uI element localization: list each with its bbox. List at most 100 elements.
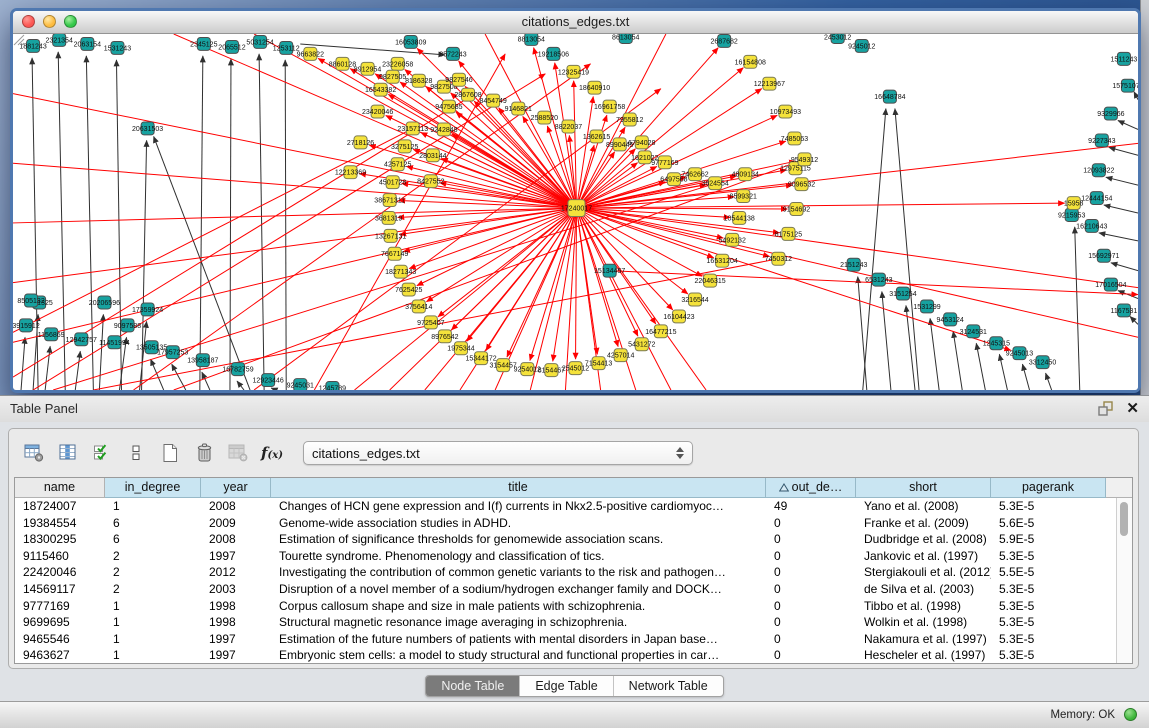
- window-titlebar[interactable]: citations_edges.txt: [13, 11, 1138, 34]
- table-cell-out_de[interactable]: 0: [766, 647, 856, 663]
- table-cell-title[interactable]: Genome-wide association studies in ADHD.: [271, 515, 766, 532]
- table-cell-title[interactable]: Disruption of a novel member of a sodium…: [271, 581, 766, 598]
- vertical-scrollbar[interactable]: [1116, 498, 1132, 663]
- column-header-in_degree[interactable]: in_degree: [105, 478, 201, 498]
- table-row[interactable]: 969969511998Structural magnetic resonanc…: [15, 614, 1117, 631]
- table-settings-icon[interactable]: [21, 440, 47, 466]
- window-resize-grip[interactable]: [13, 34, 1136, 388]
- table-cell-pagerank[interactable]: 5.3E-5: [991, 631, 1106, 648]
- table-row[interactable]: 2242004622012Investigating the contribut…: [15, 564, 1117, 581]
- table-cell-out_de[interactable]: 49: [766, 498, 856, 515]
- column-header-title[interactable]: title: [271, 478, 766, 498]
- table-row[interactable]: 1872400712008Changes of HCN gene express…: [15, 498, 1117, 515]
- column-header-short[interactable]: short: [856, 478, 991, 498]
- row-height-icon[interactable]: [123, 440, 149, 466]
- table-cell-title[interactable]: Estimation of significance thresholds fo…: [271, 531, 766, 548]
- table-cell-year[interactable]: 2009: [201, 515, 271, 532]
- table-cell-name[interactable]: 9777169: [15, 598, 105, 615]
- table-cell-out_de[interactable]: 0: [766, 515, 856, 532]
- table-cell-short[interactable]: Wolkin et al. (1998): [856, 614, 991, 631]
- table-cell-in_degree[interactable]: 1: [105, 598, 201, 615]
- network-view[interactable]: 1881243232135420631541531243234512520655…: [13, 34, 1138, 390]
- table-cell-short[interactable]: Nakamura et al. (1997): [856, 631, 991, 648]
- show-columns-icon[interactable]: [55, 440, 81, 466]
- table-cell-pagerank[interactable]: 5.3E-5: [991, 598, 1106, 615]
- table-row[interactable]: 946554611997Estimation of the future num…: [15, 631, 1117, 648]
- table-cell-short[interactable]: Yano et al. (2008): [856, 498, 991, 515]
- table-cell-short[interactable]: Stergiakouli et al. (2012): [856, 564, 991, 581]
- table-cell-year[interactable]: 1997: [201, 631, 271, 648]
- network-window[interactable]: citations_edges.txt 18812432321354206315…: [10, 8, 1141, 393]
- table-cell-year[interactable]: 1997: [201, 548, 271, 565]
- table-cell-title[interactable]: Changes of HCN gene expression and I(f) …: [271, 498, 766, 515]
- table-cell-out_de[interactable]: 0: [766, 548, 856, 565]
- table-cell-out_de[interactable]: 0: [766, 598, 856, 615]
- table-cell-name[interactable]: 9465546: [15, 631, 105, 648]
- close-panel-icon[interactable]: ✕: [1126, 400, 1139, 418]
- table-cell-name[interactable]: 19384554: [15, 515, 105, 532]
- table-cell-pagerank[interactable]: 5.3E-5: [991, 647, 1106, 663]
- table-cell-pagerank[interactable]: 5.3E-5: [991, 581, 1106, 598]
- table-panel-titlebar[interactable]: Table Panel ✕: [0, 396, 1149, 422]
- column-header-out_de[interactable]: out_de…: [766, 478, 856, 498]
- table-cell-name[interactable]: 22420046: [15, 564, 105, 581]
- table-cell-pagerank[interactable]: 5.5E-5: [991, 564, 1106, 581]
- table-cell-year[interactable]: 1997: [201, 647, 271, 663]
- float-window-icon[interactable]: [1098, 401, 1114, 417]
- table-cell-short[interactable]: de Silva et al. (2003): [856, 581, 991, 598]
- table-cell-in_degree[interactable]: 6: [105, 515, 201, 532]
- table-cell-short[interactable]: Jankovic et al. (1997): [856, 548, 991, 565]
- tab-edge-table[interactable]: Edge Table: [519, 676, 612, 696]
- table-cell-pagerank[interactable]: 5.9E-5: [991, 531, 1106, 548]
- table-cell-out_de[interactable]: 0: [766, 631, 856, 648]
- table-cell-year[interactable]: 2008: [201, 498, 271, 515]
- table-cell-in_degree[interactable]: 1: [105, 614, 201, 631]
- table-cell-short[interactable]: Dudbridge et al. (2008): [856, 531, 991, 548]
- table-cell-pagerank[interactable]: 5.6E-5: [991, 515, 1106, 532]
- table-row[interactable]: 946362711997Embryonic stem cells: a mode…: [15, 647, 1117, 663]
- table-selector-dropdown[interactable]: citations_edges.txt: [303, 441, 693, 465]
- table-cell-title[interactable]: Corpus callosum shape and size in male p…: [271, 598, 766, 615]
- select-rows-icon[interactable]: [89, 440, 115, 466]
- table-cell-short[interactable]: Hescheler et al. (1997): [856, 647, 991, 663]
- column-header-year[interactable]: year: [201, 478, 271, 498]
- table-cell-year[interactable]: 2008: [201, 531, 271, 548]
- column-header-name[interactable]: name: [15, 478, 105, 498]
- table-cell-pagerank[interactable]: 5.3E-5: [991, 548, 1106, 565]
- table-cell-name[interactable]: 9115460: [15, 548, 105, 565]
- delete-column-icon[interactable]: [191, 440, 217, 466]
- table-cell-title[interactable]: Estimation of the future numbers of pati…: [271, 631, 766, 648]
- table-cell-in_degree[interactable]: 2: [105, 564, 201, 581]
- tab-node-table[interactable]: Node Table: [426, 676, 519, 696]
- table-cell-title[interactable]: Tourette syndrome. Phenomenology and cla…: [271, 548, 766, 565]
- table-cell-pagerank[interactable]: 5.3E-5: [991, 614, 1106, 631]
- column-header-pagerank[interactable]: pagerank: [991, 478, 1106, 498]
- table-cell-out_de[interactable]: 0: [766, 581, 856, 598]
- table-cell-short[interactable]: Tibbo et al. (1998): [856, 598, 991, 615]
- tab-network-table[interactable]: Network Table: [613, 676, 723, 696]
- table-cell-out_de[interactable]: 0: [766, 564, 856, 581]
- delete-table-icon[interactable]: [225, 440, 251, 466]
- new-column-icon[interactable]: [157, 440, 183, 466]
- table-cell-in_degree[interactable]: 1: [105, 631, 201, 648]
- table-cell-title[interactable]: Embryonic stem cells: a model to study s…: [271, 647, 766, 663]
- table-cell-short[interactable]: Franke et al. (2009): [856, 515, 991, 532]
- table-cell-out_de[interactable]: 0: [766, 531, 856, 548]
- table-cell-name[interactable]: 18724007: [15, 498, 105, 515]
- table-cell-in_degree[interactable]: 2: [105, 581, 201, 598]
- table-cell-name[interactable]: 9463627: [15, 647, 105, 663]
- table-cell-in_degree[interactable]: 1: [105, 498, 201, 515]
- scrollbar-thumb[interactable]: [1120, 502, 1128, 536]
- table-row[interactable]: 977716911998Corpus callosum shape and si…: [15, 598, 1117, 615]
- table-cell-year[interactable]: 2012: [201, 564, 271, 581]
- table-row[interactable]: 911546021997Tourette syndrome. Phenomeno…: [15, 548, 1117, 565]
- table-row[interactable]: 1938455462009Genome-wide association stu…: [15, 515, 1117, 532]
- table-cell-title[interactable]: Structural magnetic resonance image aver…: [271, 614, 766, 631]
- table-cell-year[interactable]: 1998: [201, 614, 271, 631]
- table-cell-title[interactable]: Investigating the contribution of common…: [271, 564, 766, 581]
- table-cell-name[interactable]: 18300295: [15, 531, 105, 548]
- table-cell-year[interactable]: 1998: [201, 598, 271, 615]
- table-cell-pagerank[interactable]: 5.3E-5: [991, 498, 1106, 515]
- table-cell-in_degree[interactable]: 6: [105, 531, 201, 548]
- table-row[interactable]: 1456911722003Disruption of a novel membe…: [15, 581, 1117, 598]
